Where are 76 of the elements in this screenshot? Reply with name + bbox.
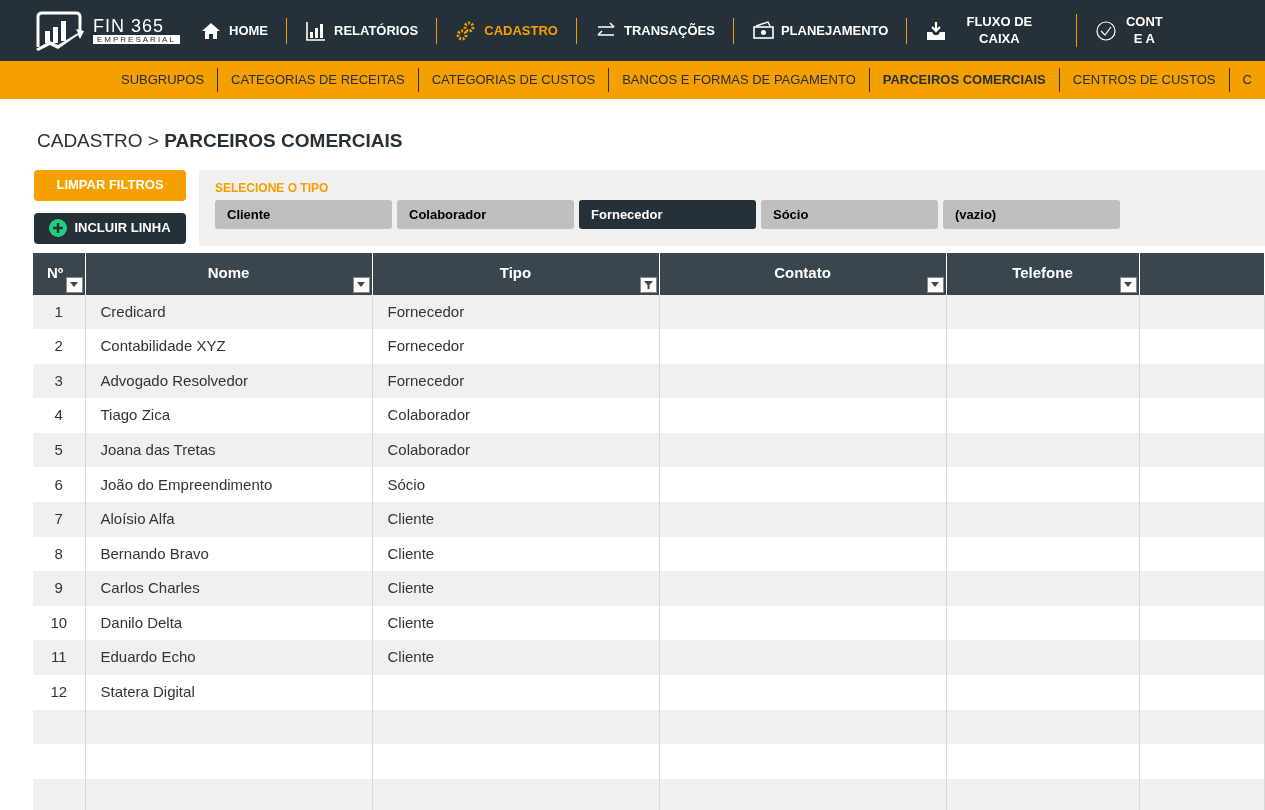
banknote-icon: [751, 19, 774, 42]
row-number: 9: [54, 579, 63, 597]
column-header: Telefone: [1012, 264, 1073, 282]
row-number: 11: [50, 648, 67, 666]
table-cell: João do Empreendimento: [100, 475, 273, 493]
table-cell: Sócio: [387, 475, 426, 493]
nav-item[interactable]: CONT E A: [1077, 13, 1183, 48]
table-cell: Statera Digital: [100, 683, 195, 701]
table-cell: Colaborador: [387, 406, 471, 424]
add-row-button[interactable]: INCLUIR LINHA: [34, 212, 186, 244]
check-circle-icon: [1095, 19, 1118, 42]
table-cell: Aloísio Alfa: [100, 510, 175, 528]
filter-option[interactable]: (vazio): [943, 200, 1120, 229]
row-number: 3: [54, 371, 63, 389]
table-cell: Contabilidade XYZ: [100, 337, 226, 355]
logo-chart-icon: [34, 10, 86, 51]
nav-item[interactable]: RELATÓRIOS: [287, 17, 438, 44]
breadcrumb-parent[interactable]: CADASTRO >: [37, 130, 159, 151]
nav-item[interactable]: CADASTRO: [437, 17, 577, 44]
subnav-tab[interactable]: CENTROS DE CUSTOS: [1059, 68, 1229, 92]
table-cell: Danilo Delta: [100, 613, 183, 631]
breadcrumb-current: PARCEIROS COMERCIAIS: [164, 130, 403, 151]
filter-option[interactable]: Colaborador: [397, 200, 574, 229]
table-cell: Cliente: [387, 579, 435, 597]
table-cell: Cliente: [387, 648, 435, 666]
dropdown-icon[interactable]: [926, 276, 944, 293]
column-header: Nome: [207, 264, 250, 282]
download-tray-icon: [925, 19, 948, 42]
table-cell: Eduardo Echo: [100, 648, 196, 666]
filter-icon[interactable]: [639, 276, 657, 293]
dropdown-icon[interactable]: [1119, 276, 1137, 293]
table-cell: Cliente: [387, 544, 435, 562]
table-cell: Advogado Resolvedor: [100, 371, 249, 389]
table-cell: Fornecedor: [387, 337, 465, 355]
nav-item[interactable]: PLANEJAMENTO: [733, 17, 908, 44]
row-number: 5: [54, 440, 63, 458]
table-cell: Colaborador: [387, 440, 471, 458]
logo-title: FIN 365: [93, 16, 166, 35]
row-number: 12: [50, 683, 68, 701]
row-number: 7: [54, 510, 63, 528]
table-cell: Fornecedor: [387, 371, 465, 389]
row-number: 6: [54, 475, 63, 493]
nav-item[interactable]: HOME: [200, 17, 287, 44]
row-number: 10: [50, 613, 68, 631]
plus-icon: [49, 219, 68, 237]
column-header: Nº: [47, 264, 64, 282]
table-cell: Cliente: [387, 613, 435, 631]
column-header: Contato: [774, 264, 831, 282]
table-cell: Fornecedor: [387, 302, 465, 320]
subnav-tab[interactable]: PARCEIROS COMERCIAIS: [869, 68, 1060, 92]
bar-chart-icon: [305, 19, 327, 42]
row-number: 4: [54, 406, 63, 424]
filter-option[interactable]: Cliente: [215, 200, 392, 229]
dropdown-icon[interactable]: [352, 276, 370, 293]
table-cell: Cliente: [387, 510, 435, 528]
filter-title: SELECIONE O TIPO: [215, 179, 329, 197]
row-number: 1: [54, 302, 63, 320]
subnav-tab[interactable]: CATEGORIAS DE CUSTOS: [418, 68, 610, 92]
dropdown-icon[interactable]: [65, 276, 83, 293]
table-cell: Tiago Zica: [100, 406, 170, 424]
table-cell: Credicard: [100, 302, 166, 320]
row-number: 8: [54, 544, 63, 562]
filter-option[interactable]: Sócio: [761, 200, 938, 229]
table-cell: Joana das Tretas: [100, 440, 216, 458]
row-number: 2: [54, 337, 63, 355]
subnav-tab[interactable]: CATEGORIAS DE RECEITAS: [218, 68, 419, 92]
table-cell: Bernando Bravo: [100, 544, 209, 562]
column-header: Tipo: [499, 264, 532, 282]
logo-subtitle: EMPRESARIAL: [93, 34, 180, 45]
table-cell: Carlos Charles: [100, 579, 200, 597]
subnav-tab[interactable]: C: [1228, 68, 1265, 92]
nav-item[interactable]: FLUXO DE CAIXA: [907, 13, 1078, 48]
filter-option[interactable]: Fornecedor: [579, 200, 756, 229]
subnav-tab[interactable]: SUBGRUPOS: [108, 68, 219, 92]
nav-item[interactable]: TRANSAÇÕES: [576, 17, 734, 44]
subnav-tab[interactable]: BANCOS E FORMAS DE PAGAMENTO: [609, 68, 870, 92]
